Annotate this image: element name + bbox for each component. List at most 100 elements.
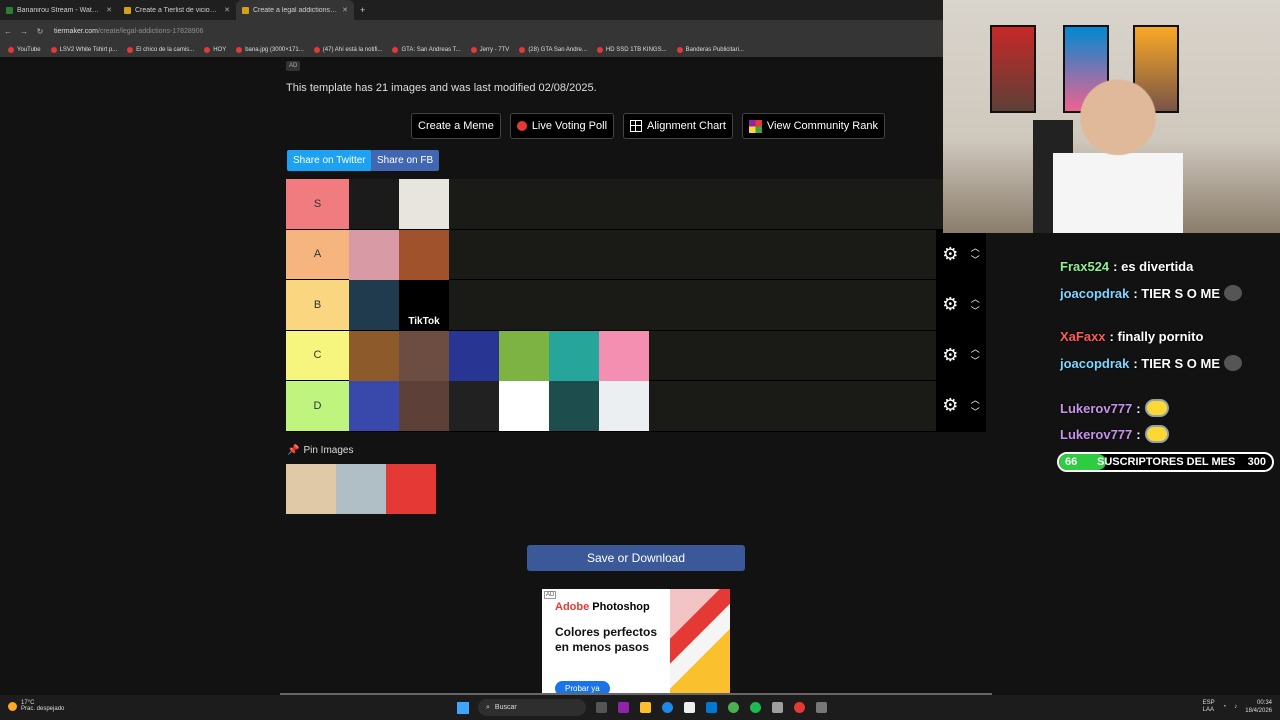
- tier-image-cigarette[interactable]: [499, 381, 549, 431]
- windows-start-icon[interactable]: [457, 702, 469, 714]
- bookmark-item[interactable]: El chico de la camis...: [127, 46, 194, 53]
- create-meme-button[interactable]: Create a Meme: [411, 113, 501, 139]
- bookmark-item[interactable]: bana.jpg (3000×171...: [236, 46, 304, 53]
- chat-username[interactable]: XaFaxx: [1060, 329, 1106, 344]
- tab-1[interactable]: Create a Tierlist de vicios y adicciones…: [118, 0, 236, 20]
- tier-image-alcohol[interactable]: [349, 330, 399, 381]
- move-down-icon[interactable]: ﹀: [971, 305, 980, 317]
- adobe-ad[interactable]: AD Adobe Photoshop Colores perfectos en …: [542, 589, 730, 695]
- gear-icon[interactable]: ⚙: [942, 244, 958, 265]
- community-rank-button[interactable]: View Community Rank: [741, 113, 885, 139]
- bookmark-item[interactable]: GTA: San Andreas T...: [392, 46, 461, 53]
- bookmark-item[interactable]: (28) GTA San Andre...: [519, 46, 587, 53]
- volume-icon[interactable]: ♪: [1234, 704, 1237, 710]
- tier-image-slot-machines[interactable]: [449, 330, 499, 381]
- move-down-icon[interactable]: ﹀: [971, 355, 980, 367]
- move-up-icon[interactable]: ︿: [971, 242, 980, 254]
- move-up-icon[interactable]: ︿: [971, 394, 980, 406]
- pinned-image-zyn-tins[interactable]: [386, 464, 436, 514]
- new-tab-button[interactable]: +: [354, 5, 371, 15]
- taskbar-search[interactable]: ⌕ Buscar: [478, 699, 586, 716]
- chat-text: : finally pornito: [1109, 329, 1204, 344]
- tier-label[interactable]: A: [286, 229, 349, 279]
- bookmark-item[interactable]: HOY: [204, 46, 226, 53]
- move-down-icon[interactable]: ﹀: [971, 406, 980, 418]
- chrome-icon[interactable]: [728, 702, 739, 713]
- chat-username[interactable]: joacopdrak: [1060, 356, 1129, 371]
- tier-image-heated-tobacco[interactable]: [599, 381, 649, 431]
- task-view-icon[interactable]: [596, 702, 607, 713]
- share-fb-button[interactable]: Share on FB: [371, 150, 440, 171]
- close-tab-icon[interactable]: ✕: [342, 6, 348, 14]
- reload-icon[interactable]: ↻: [32, 27, 48, 36]
- chat-username[interactable]: joacopdrak: [1060, 286, 1129, 301]
- tier-image-powder-lines[interactable]: [449, 381, 499, 431]
- copilot-icon[interactable]: [618, 702, 629, 713]
- gear-icon[interactable]: ⚙: [942, 395, 958, 416]
- close-tab-icon[interactable]: ✕: [224, 6, 230, 14]
- tier-image-gambling-table[interactable]: [399, 330, 449, 381]
- app-icon[interactable]: [772, 702, 783, 713]
- bookmark-icon: [236, 46, 243, 53]
- pin-images[interactable]: 📌 Pin Images: [287, 445, 353, 456]
- tier-image-monster-energy[interactable]: [349, 179, 399, 229]
- wifi-icon[interactable]: ◔: [1223, 704, 1227, 710]
- alignment-chart-button[interactable]: Alignment Chart: [623, 113, 733, 139]
- chat-message: joacopdrak: TIER S O ME: [1060, 285, 1243, 301]
- tier-image-coffee-cup[interactable]: [399, 179, 449, 229]
- save-download-button[interactable]: Save or Download: [527, 545, 745, 571]
- tier-label[interactable]: S: [286, 179, 349, 229]
- chat-username[interactable]: Frax524: [1060, 259, 1109, 274]
- spotify-icon[interactable]: [750, 702, 761, 713]
- minion-emote-icon: [1144, 425, 1169, 443]
- tier-image-sports-betting[interactable]: [499, 330, 549, 381]
- obs-icon[interactable]: [794, 702, 805, 713]
- tier-image-pills-spoon[interactable]: [399, 381, 449, 431]
- app-icon[interactable]: [816, 702, 827, 713]
- chat-username[interactable]: Lukerov777: [1060, 401, 1132, 416]
- subs-goal-bar: 66 SUSCRIPTORES DEL MES 300: [1057, 452, 1274, 472]
- tab-0[interactable]: Bananirou Stream - Watch Live✕: [0, 0, 118, 20]
- url-field[interactable]: tiermaker.com/create/legal-addictions-17…: [54, 28, 203, 35]
- tier-image-vape[interactable]: [549, 381, 599, 431]
- bookmark-item[interactable]: HD SSD 1TB KINGS...: [596, 46, 667, 53]
- live-voting-poll-button[interactable]: Live Voting Poll: [509, 113, 615, 139]
- pinned-image-pills[interactable]: [286, 464, 336, 514]
- tier-image-horse-racing[interactable]: [349, 381, 399, 431]
- tier-label[interactable]: D: [286, 381, 349, 431]
- weather-widget[interactable]: 17°C Prac. despejado: [8, 700, 64, 712]
- forward-icon[interactable]: →: [16, 27, 32, 36]
- record-dot-icon: [516, 121, 527, 131]
- gear-icon[interactable]: ⚙: [942, 294, 958, 315]
- bookmark-icon: [8, 46, 14, 53]
- bookmark-item[interactable]: LSV2 White Tshirt p...: [50, 46, 117, 53]
- mail-icon[interactable]: [706, 702, 717, 713]
- move-up-icon[interactable]: ︿: [971, 343, 980, 355]
- pinned-image-xxx-box[interactable]: [336, 464, 386, 514]
- edge-icon[interactable]: [662, 702, 673, 713]
- clock[interactable]: 00:34 18/4/2026: [1245, 699, 1272, 715]
- close-tab-icon[interactable]: ✕: [106, 6, 112, 14]
- back-icon[interactable]: ←: [0, 27, 16, 36]
- bookmark-item[interactable]: Jerry - 7TV: [470, 46, 509, 53]
- tier-image-tiktok[interactable]: TikTok: [399, 280, 449, 330]
- chat-username[interactable]: Lukerov777: [1060, 427, 1132, 442]
- file-explorer-icon[interactable]: [640, 702, 651, 713]
- tab-2[interactable]: Create a legal addictions Tier List✕: [236, 0, 354, 20]
- tier-image-smartphone[interactable]: [349, 280, 399, 330]
- store-icon[interactable]: [684, 702, 695, 713]
- tier-image-mouth-pill[interactable]: [599, 330, 649, 381]
- gear-icon[interactable]: ⚙: [942, 345, 958, 366]
- tier-label[interactable]: B: [286, 280, 349, 330]
- bookmark-item[interactable]: Banderas Publicitari...: [676, 46, 744, 53]
- move-up-icon[interactable]: ︿: [971, 293, 980, 305]
- tier-image-sugar[interactable]: [349, 229, 399, 280]
- bookmark-item[interactable]: (47) Ahí está la notifi...: [313, 46, 382, 53]
- poster: [990, 25, 1036, 113]
- tier-image-fast-food[interactable]: [399, 229, 449, 280]
- bookmark-item[interactable]: YouTube: [8, 46, 41, 53]
- tier-image-cannabis[interactable]: [549, 330, 599, 381]
- share-twitter-button[interactable]: Share on Twitter: [287, 150, 372, 171]
- tier-label[interactable]: C: [286, 330, 349, 380]
- move-down-icon[interactable]: ﹀: [971, 254, 980, 266]
